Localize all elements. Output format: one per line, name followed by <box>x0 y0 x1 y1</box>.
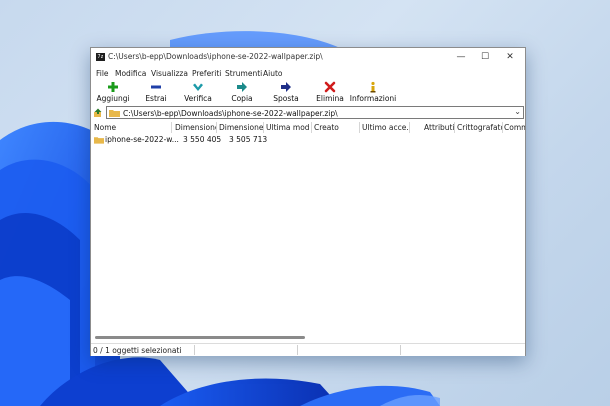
archive-window: 7z C:\Users\b-epp\Downloads\iphone-se-20… <box>90 47 526 356</box>
info-button[interactable]: Informazioni <box>349 80 397 106</box>
move-button[interactable]: Sposta <box>265 80 307 106</box>
menu-strumenti[interactable]: Strumenti <box>225 69 262 78</box>
address-dropdown-icon[interactable]: ⌄ <box>514 107 521 116</box>
menu-preferiti[interactable]: Preferiti <box>192 69 221 78</box>
horizontal-scrollbar[interactable] <box>91 333 525 341</box>
move-button-label: Sposta <box>273 94 299 103</box>
extract-button-label: Estrai <box>145 94 167 103</box>
column-divider[interactable] <box>359 122 360 133</box>
copy-button-label: Copia <box>231 94 253 103</box>
minus-icon <box>151 85 161 89</box>
menu-aiuto[interactable]: Aiuto <box>263 69 283 78</box>
info-icon <box>370 81 376 93</box>
title-bar: 7z C:\Users\b-epp\Downloads\iphone-se-20… <box>91 48 525 66</box>
column-divider[interactable] <box>409 122 410 133</box>
scrollbar-thumb[interactable] <box>95 336 305 339</box>
address-bar: C:\Users\b-epp\Downloads\iphone-se-2022-… <box>91 106 525 120</box>
column-header-created[interactable]: Creato <box>314 123 358 132</box>
folder-up-icon[interactable] <box>93 108 103 118</box>
menu-bar: File Modifica Visualizza Preferiti Strum… <box>91 67 525 79</box>
move-arrow-icon <box>281 82 291 92</box>
copy-button[interactable]: Copia <box>221 80 263 106</box>
menu-visualizza[interactable]: Visualizza <box>151 69 188 78</box>
column-header-modified[interactable]: Ultima mod... <box>266 123 310 132</box>
delete-x-icon <box>324 81 336 93</box>
selection-status: 0 / 1 oggetti selezionati <box>93 346 182 355</box>
folder-icon <box>109 110 120 117</box>
folder-icon <box>94 137 104 144</box>
minimize-button[interactable]: — <box>455 51 467 63</box>
delete-button[interactable]: Elimina <box>309 80 351 106</box>
column-divider[interactable] <box>454 122 455 133</box>
status-divider <box>297 345 298 355</box>
column-divider[interactable] <box>216 122 217 133</box>
column-header-attributes[interactable]: Attributi <box>424 123 454 132</box>
delete-button-label: Elimina <box>316 94 344 103</box>
address-input[interactable]: C:\Users\b-epp\Downloads\iphone-se-2022-… <box>106 106 524 119</box>
window-title: C:\Users\b-epp\Downloads\iphone-se-2022-… <box>108 52 323 61</box>
column-divider[interactable] <box>502 122 503 133</box>
extract-button[interactable]: Estrai <box>135 80 177 106</box>
column-header-packed-size[interactable]: Dimensione... <box>219 123 263 132</box>
file-list: Nome Dimensione Dimensione... Ultima mod… <box>91 121 525 343</box>
column-header-encrypted[interactable]: Crittografato <box>457 123 502 132</box>
column-divider[interactable] <box>171 122 172 133</box>
add-button[interactable]: Aggiungi <box>92 80 134 106</box>
test-button-label: Verifica <box>184 94 212 103</box>
cell-packed-size: 3 505 713 <box>229 135 268 144</box>
column-divider[interactable] <box>263 122 264 133</box>
7zip-app-icon: 7z <box>96 53 105 61</box>
menu-file[interactable]: File <box>96 69 109 78</box>
status-divider <box>400 345 401 355</box>
cell-size: 3 550 405 <box>183 135 222 144</box>
maximize-button[interactable]: ☐ <box>479 51 491 63</box>
toolbar: Aggiungi Estrai Verifica Copia Sposta El… <box>91 80 525 106</box>
table-row[interactable]: iphone-se-2022-w... 3 550 405 3 505 713 <box>91 134 525 145</box>
test-button[interactable]: Verifica <box>177 80 219 106</box>
cell-name: iphone-se-2022-w... <box>105 135 179 144</box>
column-header-name[interactable]: Nome <box>94 123 169 132</box>
address-path: C:\Users\b-epp\Downloads\iphone-se-2022-… <box>123 109 338 118</box>
info-button-label: Informazioni <box>349 94 397 103</box>
menu-modifica[interactable]: Modifica <box>115 69 146 78</box>
close-button[interactable]: ✕ <box>504 51 516 63</box>
column-header-comment[interactable]: Comm <box>504 123 525 132</box>
plus-icon <box>108 82 118 92</box>
column-header-size[interactable]: Dimensione <box>175 123 217 132</box>
check-icon <box>193 83 203 91</box>
column-header-accessed[interactable]: Ultimo acce... <box>362 123 408 132</box>
status-bar: 0 / 1 oggetti selezionati <box>91 343 525 356</box>
copy-arrow-icon <box>237 82 247 92</box>
add-button-label: Aggiungi <box>96 94 130 103</box>
status-divider <box>194 345 195 355</box>
column-divider[interactable] <box>311 122 312 133</box>
